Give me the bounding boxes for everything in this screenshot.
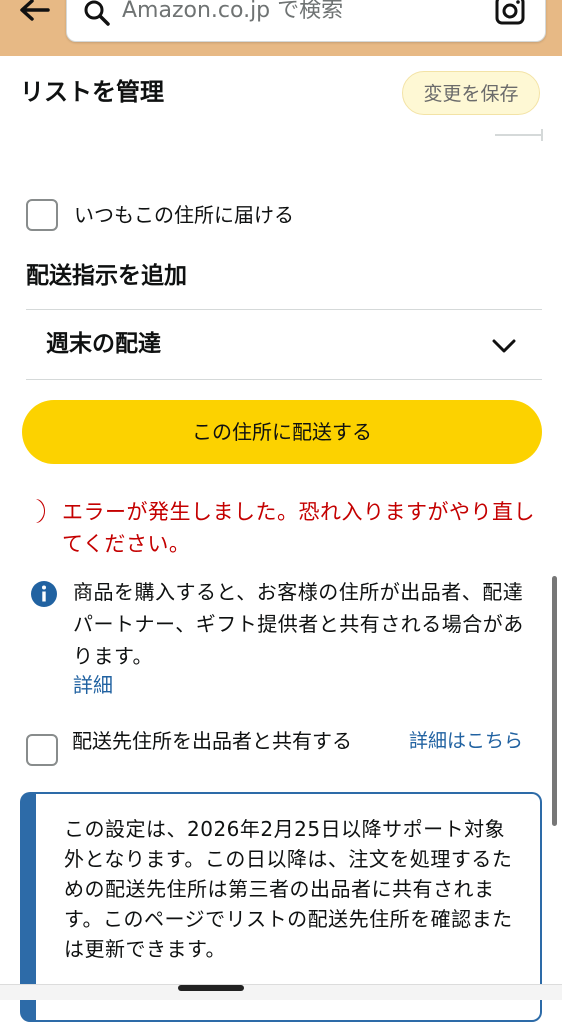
chevron-down-icon[interactable] bbox=[490, 334, 518, 358]
scrollbar[interactable] bbox=[552, 576, 557, 826]
save-changes-button[interactable]: 変更を保存 bbox=[402, 71, 540, 115]
learn-more-link[interactable]: 詳細はこちら bbox=[409, 726, 523, 756]
error-icon bbox=[34, 496, 54, 526]
share-address-label[interactable]: 配送先住所を出品者と共有する bbox=[72, 726, 372, 756]
back-arrow-icon[interactable] bbox=[14, 0, 54, 36]
delivery-instructions-title: 配送指示を追加 bbox=[26, 263, 187, 289]
notice-text: この設定は、2026年2月25日以降サポート対象外となります。この日以降は、注文… bbox=[64, 817, 513, 961]
details-link[interactable]: 詳細 bbox=[73, 671, 113, 699]
home-indicator[interactable] bbox=[178, 985, 244, 991]
page-title: リストを管理 bbox=[20, 78, 164, 106]
camera-icon[interactable] bbox=[494, 0, 526, 26]
divider bbox=[495, 134, 543, 136]
search-placeholder[interactable]: Amazon.co.jp で検索 bbox=[122, 0, 343, 28]
divider bbox=[26, 309, 542, 310]
weekend-delivery-dropdown[interactable]: 週末の配達 bbox=[46, 326, 161, 362]
divider bbox=[26, 379, 542, 380]
info-icon bbox=[30, 580, 58, 608]
share-address-checkbox[interactable] bbox=[26, 734, 58, 766]
divider-tick bbox=[541, 129, 543, 141]
search-icon[interactable] bbox=[82, 0, 112, 28]
bottom-bar bbox=[0, 984, 562, 1000]
always-deliver-label[interactable]: いつもこの住所に届ける bbox=[74, 199, 294, 231]
info-message: 商品を購入すると、お客様の住所が出品者、配達パートナー、ギフト提供者と共有される… bbox=[73, 580, 524, 668]
error-message: エラーが発生しました。恐れ入りますがやり直してください。 bbox=[62, 500, 535, 556]
always-deliver-checkbox[interactable] bbox=[26, 199, 58, 231]
ship-to-this-address-button[interactable]: この住所に配送する bbox=[22, 400, 542, 464]
